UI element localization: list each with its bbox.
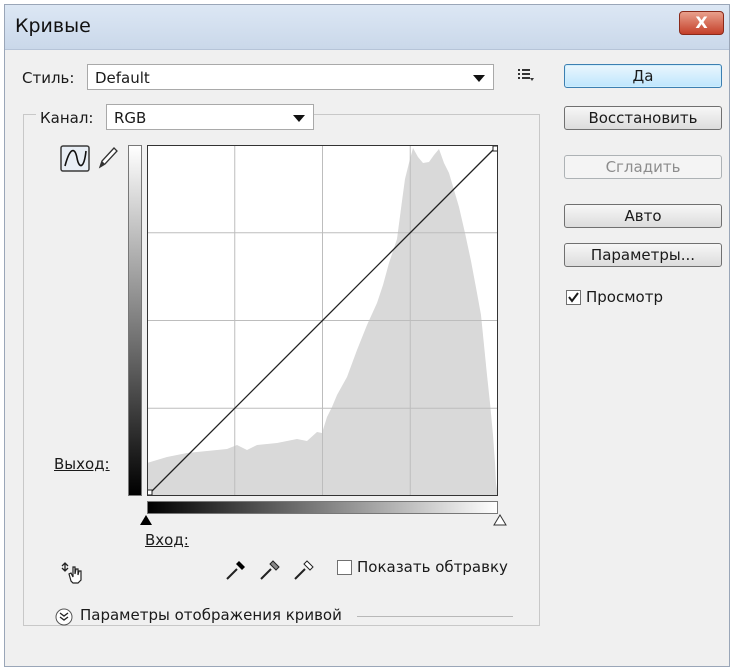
divider <box>357 616 513 617</box>
close-button[interactable]: X <box>679 11 724 35</box>
channel-dropdown[interactable]: RGB <box>106 104 314 130</box>
white-point-slider[interactable] <box>493 514 507 526</box>
auto-button[interactable]: Авто <box>564 204 722 228</box>
channel-value: RGB <box>114 109 147 127</box>
list-options-icon[interactable] <box>517 67 535 83</box>
hand-adjust-icon[interactable] <box>60 561 86 585</box>
input-label: Вход: <box>145 531 189 549</box>
pencil-icon[interactable] <box>95 145 119 171</box>
channel-label: Канал: <box>40 109 94 127</box>
expand-options-icon[interactable] <box>55 608 73 626</box>
style-label: Стиль: <box>22 69 75 87</box>
curve-display-options-label[interactable]: Параметры отображения кривой <box>80 606 342 624</box>
preview-label[interactable]: Просмотр <box>586 288 663 306</box>
black-point-slider[interactable] <box>139 514 153 526</box>
output-gradient-bar <box>128 145 142 496</box>
show-clipping-label[interactable]: Показать обтравку <box>357 558 508 576</box>
output-label: Выход: <box>54 455 110 473</box>
curve-icon[interactable] <box>60 145 92 173</box>
black-point-eyedropper-icon[interactable] <box>223 557 249 583</box>
curve-graph[interactable] <box>147 145 498 496</box>
preview-checkbox[interactable] <box>566 290 581 305</box>
white-point-eyedropper-icon[interactable] <box>291 557 317 583</box>
options-button[interactable]: Параметры... <box>564 243 722 267</box>
style-value: Default <box>95 69 150 87</box>
style-dropdown[interactable]: Default <box>87 64 494 90</box>
chevron-down-icon <box>293 115 305 122</box>
title-bar: Кривые X <box>5 5 729 50</box>
input-gradient-bar <box>147 501 498 514</box>
ok-button[interactable]: Да <box>564 64 722 88</box>
reset-button[interactable]: Восстановить <box>564 106 722 130</box>
gray-point-eyedropper-icon[interactable] <box>257 557 283 583</box>
chevron-down-icon <box>473 75 485 82</box>
smooth-button[interactable]: Сгладить <box>564 155 722 179</box>
checkmark-icon <box>568 292 579 303</box>
window-title: Кривые <box>15 15 91 37</box>
show-clipping-checkbox[interactable] <box>337 560 352 575</box>
